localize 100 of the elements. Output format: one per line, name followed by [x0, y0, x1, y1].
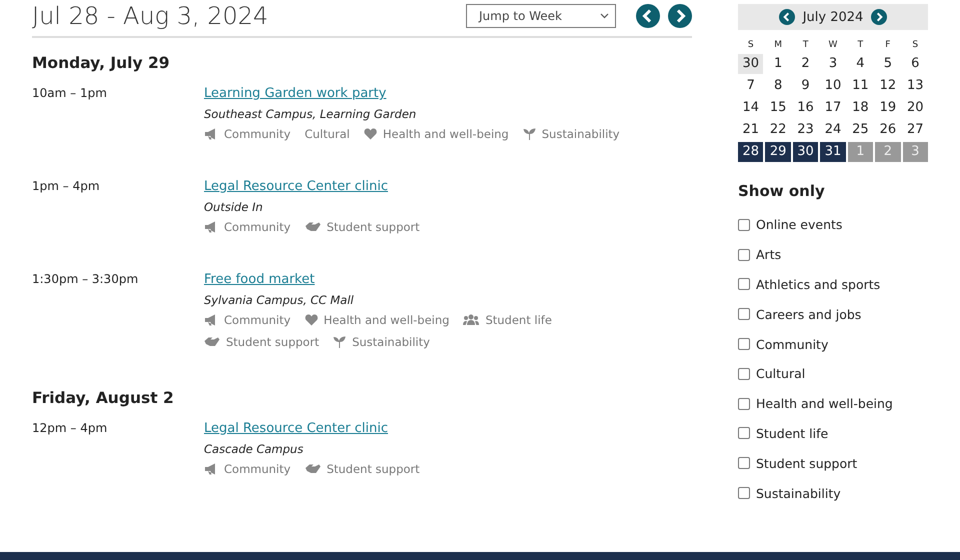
previous-week-icon[interactable]: [636, 4, 660, 28]
calendar-day[interactable]: 6: [902, 54, 928, 74]
filter-label[interactable]: Careers and jobs: [756, 306, 862, 322]
weekday-label: F: [884, 40, 892, 50]
weekday-label: S: [911, 40, 920, 50]
calendar-day[interactable]: 30: [738, 54, 764, 74]
calendar-day[interactable]: 26: [875, 120, 901, 140]
calendar-day[interactable]: 13: [902, 76, 928, 96]
filter-label[interactable]: Health and well-being: [756, 396, 893, 412]
calendar-day[interactable]: 15: [765, 98, 791, 118]
calendar-day[interactable]: 14: [738, 98, 764, 118]
checkbox[interactable]: [738, 427, 750, 440]
next-month-icon[interactable]: [871, 9, 888, 25]
category-tag[interactable]: Student life: [485, 313, 552, 327]
event-time: 10am – 1pm: [32, 86, 108, 102]
checkbox[interactable]: [738, 487, 750, 500]
calendar-day[interactable]: 20: [902, 98, 928, 118]
event-link[interactable]: Learning Garden work party: [204, 86, 386, 101]
category-tag[interactable]: Community: [224, 127, 291, 141]
event-link[interactable]: Legal Resource Center clinic: [204, 179, 388, 194]
category-tag[interactable]: Community: [224, 313, 291, 327]
calendar-day[interactable]: 9: [792, 76, 818, 96]
calendar-day[interactable]: 16: [792, 98, 818, 118]
heart-icon: [304, 314, 318, 326]
category-tag[interactable]: Community: [224, 462, 291, 476]
event-time: 1:30pm – 3:30pm: [32, 272, 140, 288]
event-time: 1pm – 4pm: [32, 179, 101, 195]
event-location: Southeast Campus, Learning Garden: [204, 107, 418, 121]
calendar-day[interactable]: 18: [848, 98, 874, 118]
event-time: 12pm – 4pm: [32, 421, 108, 437]
calendar-day[interactable]: 29: [765, 142, 791, 162]
category-tag[interactable]: Cultural: [304, 127, 350, 141]
megaphone-icon: [204, 221, 218, 233]
category-tag[interactable]: Health and well-being: [382, 127, 509, 141]
category-tag[interactable]: Student support: [326, 462, 420, 476]
weekday-label: T: [802, 40, 810, 50]
megaphone-icon: [204, 463, 218, 475]
calendar-day[interactable]: 10: [820, 76, 846, 96]
filter-label[interactable]: Student support: [756, 456, 858, 471]
calendar-day[interactable]: 24: [820, 120, 846, 140]
category-tag[interactable]: Sustainability: [542, 127, 620, 141]
filter-label[interactable]: Online events: [756, 217, 842, 232]
calendar-day[interactable]: 27: [902, 120, 928, 140]
checkbox[interactable]: [738, 248, 750, 261]
day-heading: Friday, August 2: [32, 389, 175, 407]
calendar-day[interactable]: 19: [875, 98, 901, 118]
checkbox[interactable]: [738, 398, 750, 410]
category-tag[interactable]: Student support: [326, 220, 420, 234]
calendar-day[interactable]: 3: [820, 54, 846, 74]
event-location: Cascade Campus: [204, 442, 304, 456]
filter-label[interactable]: Arts: [756, 247, 782, 262]
filter-label[interactable]: Community: [756, 336, 828, 352]
sprout-icon: [333, 336, 346, 348]
category-tag[interactable]: Community: [224, 220, 291, 234]
category-tag[interactable]: Sustainability: [352, 335, 430, 349]
filter-label[interactable]: Cultural: [756, 366, 806, 382]
calendar-day[interactable]: 31: [820, 142, 846, 162]
calendar-day[interactable]: 11: [848, 76, 874, 96]
people-icon: [463, 314, 480, 326]
jump-to-week-select[interactable]: Jump to Week: [466, 4, 616, 28]
filter-label[interactable]: Sustainability: [756, 486, 841, 501]
calendar-day[interactable]: 25: [848, 120, 874, 140]
calendar-day[interactable]: 4: [848, 54, 874, 74]
calendar-day[interactable]: 7: [738, 76, 764, 96]
next-week-icon[interactable]: [668, 4, 692, 28]
checkbox[interactable]: [738, 338, 750, 350]
checkbox[interactable]: [738, 368, 750, 380]
calendar-day[interactable]: 5: [875, 54, 901, 74]
megaphone-icon: [204, 128, 218, 140]
calendar-day[interactable]: 23: [792, 120, 818, 140]
month-title: July 2024: [802, 10, 864, 24]
previous-month-icon[interactable]: [778, 9, 795, 25]
category-tag[interactable]: Student support: [226, 335, 320, 349]
calendar-day[interactable]: 30: [792, 142, 818, 162]
calendar-day[interactable]: 12: [875, 76, 901, 96]
heart-icon: [364, 128, 377, 140]
calendar-day[interactable]: 8: [765, 76, 791, 96]
checkbox[interactable]: [738, 218, 750, 231]
weekday-label: M: [773, 40, 784, 50]
category-tag[interactable]: Health and well-being: [324, 313, 450, 327]
calendar-day[interactable]: 2: [792, 54, 818, 74]
sprout-icon: [522, 128, 536, 140]
checkbox[interactable]: [738, 457, 750, 470]
checkbox[interactable]: [738, 278, 750, 290]
calendar-day[interactable]: 1: [765, 54, 791, 74]
weekday-label: T: [856, 40, 864, 50]
filter-label[interactable]: Student life: [756, 426, 828, 441]
caret-icon: [600, 13, 609, 19]
calendar-day[interactable]: 28: [738, 142, 764, 162]
event-link[interactable]: Free food market: [204, 272, 315, 287]
calendar-day[interactable]: 17: [820, 98, 846, 118]
filter-heading: Show only: [738, 182, 826, 200]
filter-label[interactable]: Athletics and sports: [756, 276, 880, 292]
calendar-day[interactable]: 22: [765, 120, 791, 140]
checkbox[interactable]: [738, 308, 750, 320]
day-heading: Monday, July 29: [32, 54, 171, 72]
event-location: Sylvania Campus, CC Mall: [204, 293, 355, 307]
megaphone-icon: [204, 314, 218, 326]
event-link[interactable]: Legal Resource Center clinic: [204, 421, 388, 436]
calendar-day[interactable]: 21: [738, 120, 764, 140]
